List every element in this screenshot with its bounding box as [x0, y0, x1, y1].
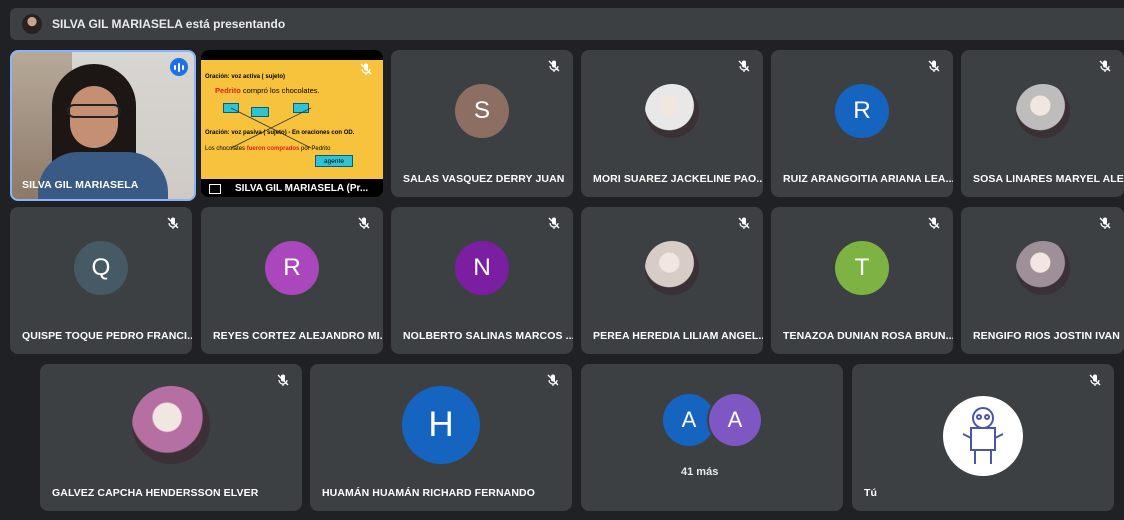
- participant-photo: [1015, 83, 1070, 138]
- mic-off-icon: [358, 217, 370, 229]
- participant-name: REYES CORTEZ ALEJANDRO MI...: [213, 330, 383, 342]
- mic-off-icon: [738, 60, 750, 72]
- participant-avatar: A: [663, 394, 715, 446]
- participant-photo: [645, 240, 699, 295]
- mic-off-icon: [1089, 374, 1101, 386]
- participant-tile[interactable]: R REYES CORTEZ ALEJANDRO MI...: [201, 207, 383, 354]
- mic-off-icon: [277, 374, 289, 386]
- participant-name: QUISPE TOQUE PEDRO FRANCI...: [22, 330, 192, 342]
- mic-off-icon: [360, 63, 372, 75]
- participant-name: MORI SUAREZ JACKELINE PAO...: [593, 173, 763, 185]
- participant-tile[interactable]: RENGIFO RIOS JOSTIN IVAN: [961, 207, 1124, 354]
- mic-off-icon: [928, 217, 940, 229]
- participant-avatar: Q: [74, 240, 128, 295]
- participant-tile[interactable]: N NOLBERTO SALINAS MARCOS ...: [391, 207, 573, 354]
- participant-name: SOSA LINARES MARYEL ALEXA...: [973, 173, 1124, 185]
- presenting-text: SILVA GIL MARIASELA está presentando: [52, 17, 286, 31]
- participant-name: TENAZOA DUNIAN ROSA BRUN...: [783, 330, 953, 342]
- participant-tile[interactable]: T TENAZOA DUNIAN ROSA BRUN...: [771, 207, 953, 354]
- participant-tile[interactable]: SOSA LINARES MARYEL ALEXA...: [961, 50, 1124, 197]
- participant-avatar: T: [835, 240, 889, 295]
- participant-photo: [132, 385, 210, 464]
- present-screen-icon: [209, 184, 221, 194]
- participant-name: NOLBERTO SALINAS MARCOS ...: [403, 330, 573, 342]
- participant-avatar: R: [835, 83, 889, 138]
- more-participants-tile[interactable]: A A 41 más: [581, 364, 843, 511]
- participant-name: SALAS VASQUEZ DERRY JUAN: [403, 173, 565, 185]
- mic-off-icon: [548, 60, 560, 72]
- participant-avatar: H: [402, 385, 480, 464]
- participant-tile[interactable]: Q QUISPE TOQUE PEDRO FRANCI...: [10, 207, 192, 354]
- participant-tile[interactable]: GALVEZ CAPCHA HENDERSSON ELVER: [40, 364, 302, 511]
- presentation-name: SILVA GIL MARIASELA (Pr...: [235, 183, 369, 194]
- participant-name: HUAMÁN HUAMÁN RICHARD FERNANDO: [322, 487, 535, 499]
- participant-name: GALVEZ CAPCHA HENDERSSON ELVER: [52, 487, 259, 499]
- audio-level-icon: [170, 58, 188, 76]
- participant-avatar: A: [709, 394, 761, 446]
- mic-off-icon: [547, 374, 559, 386]
- presenting-banner: SILVA GIL MARIASELA está presentando: [10, 8, 1124, 40]
- mic-off-icon: [1099, 217, 1111, 229]
- participant-photo: [1015, 240, 1070, 295]
- mic-off-icon: [1099, 60, 1111, 72]
- participant-name: RUIZ ARANGOITIA ARIANA LEA...: [783, 173, 953, 185]
- participant-name: PEREA HEREDIA LILIAM ANGEL...: [593, 330, 763, 342]
- participant-name: SILVA GIL MARIASELA: [22, 179, 139, 191]
- self-tile[interactable]: Tú: [852, 364, 1114, 511]
- participant-photo: [645, 83, 699, 138]
- participant-tile[interactable]: MORI SUAREZ JACKELINE PAO...: [581, 50, 763, 197]
- participant-tile[interactable]: PEREA HEREDIA LILIAM ANGEL...: [581, 207, 763, 354]
- presentation-tile[interactable]: Oración: voz activa ( sujeto) Pedrito co…: [201, 50, 383, 197]
- mic-off-icon: [167, 217, 179, 229]
- participant-name: RENGIFO RIOS JOSTIN IVAN: [973, 330, 1120, 342]
- mic-off-icon: [928, 60, 940, 72]
- more-count-label: 41 más: [681, 466, 719, 478]
- mic-off-icon: [548, 217, 560, 229]
- participant-avatar: S: [455, 83, 509, 138]
- self-avatar-emblem: [943, 396, 1023, 476]
- participant-avatar: N: [455, 240, 509, 295]
- presenter-video-tile[interactable]: SILVA GIL MARIASELA: [10, 50, 196, 201]
- participant-tile[interactable]: S SALAS VASQUEZ DERRY JUAN: [391, 50, 573, 197]
- participant-avatar: R: [265, 240, 319, 295]
- presentation-slide: Oración: voz activa ( sujeto) Pedrito co…: [201, 60, 383, 180]
- mic-off-icon: [738, 217, 750, 229]
- presenter-avatar: [22, 14, 42, 34]
- participant-tile[interactable]: H HUAMÁN HUAMÁN RICHARD FERNANDO: [310, 364, 572, 511]
- self-name: Tú: [864, 487, 878, 499]
- participant-tile[interactable]: R RUIZ ARANGOITIA ARIANA LEA...: [771, 50, 953, 197]
